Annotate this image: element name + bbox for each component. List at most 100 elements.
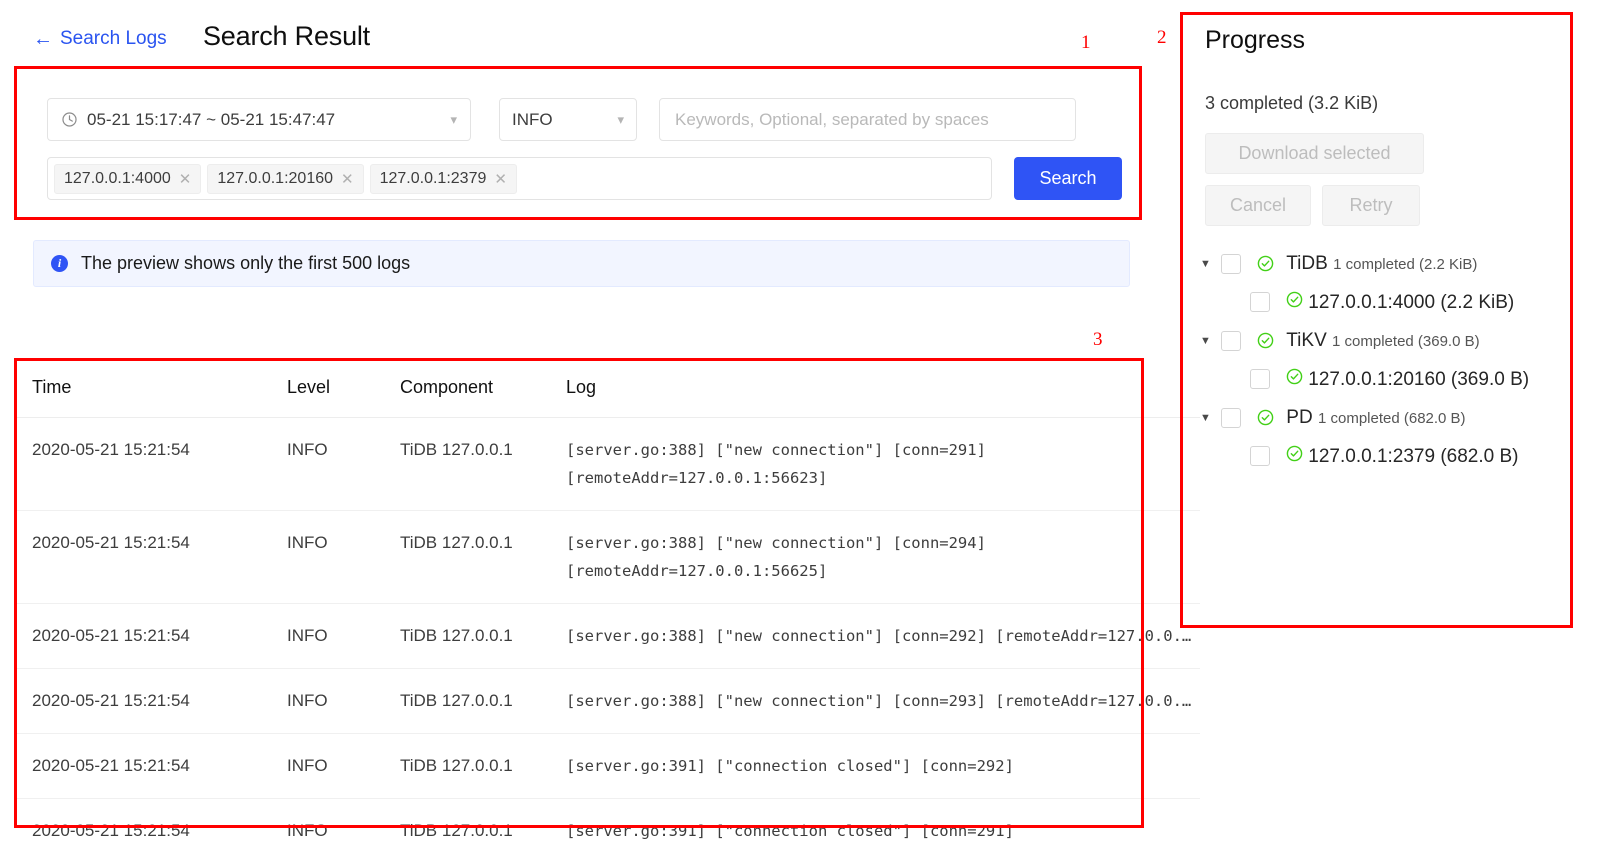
keywords-field[interactable] <box>659 98 1076 141</box>
retry-button[interactable]: Retry <box>1322 185 1420 226</box>
cell-component: TiDB 127.0.0.1 <box>400 756 513 775</box>
cell-level: INFO <box>287 626 328 645</box>
close-icon[interactable]: ✕ <box>341 170 354 188</box>
group-name: PD <box>1286 407 1313 428</box>
back-to-search-logs-link[interactable]: ← Search Logs <box>33 28 167 50</box>
child-checkbox[interactable] <box>1250 292 1270 312</box>
child-name: 127.0.0.1:20160 (369.0 B) <box>1308 369 1530 390</box>
search-button[interactable]: Search <box>1014 157 1122 200</box>
time-range-value: 05-21 15:17:47 ~ 05-21 15:47:47 <box>87 109 336 129</box>
group-name: TiDB <box>1286 253 1328 274</box>
annotation-label-1: 1 <box>1081 32 1091 53</box>
column-header-time[interactable]: Time <box>32 377 287 398</box>
cell-level: INFO <box>287 533 328 552</box>
cell-time: 2020-05-21 15:21:54 <box>32 691 190 710</box>
child-checkbox[interactable] <box>1250 446 1270 466</box>
preview-limit-banner: i The preview shows only the first 500 l… <box>33 240 1130 287</box>
cell-component: TiDB 127.0.0.1 <box>400 533 513 552</box>
chevron-down-icon: ▾ <box>617 111 624 127</box>
cancel-button[interactable]: Cancel <box>1205 185 1311 226</box>
close-icon[interactable]: ✕ <box>179 170 192 188</box>
arrow-left-icon: ← <box>33 28 53 50</box>
cell-component: TiDB 127.0.0.1 <box>400 440 513 459</box>
download-selected-button[interactable]: Download selected <box>1205 133 1424 174</box>
tree-group-row[interactable]: ▼ TiDB 1 completed (2.2 KiB) <box>1200 251 1573 280</box>
check-circle-icon <box>1286 368 1308 390</box>
caret-down-icon[interactable]: ▼ <box>1200 251 1216 277</box>
instance-tag[interactable]: 127.0.0.1:20160 ✕ <box>207 163 364 194</box>
table-row[interactable]: 2020-05-21 15:21:54 INFO TiDB 127.0.0.1 … <box>14 734 1200 799</box>
cell-time: 2020-05-21 15:21:54 <box>32 626 190 645</box>
cell-time: 2020-05-21 15:21:54 <box>32 440 190 459</box>
check-circle-icon <box>1257 332 1279 354</box>
table-header-row: Time Level Component Log <box>14 358 1200 418</box>
group-detail: 1 completed (369.0 B) <box>1332 333 1480 350</box>
table-row[interactable]: 2020-05-21 15:21:54 INFO TiDB 127.0.0.1 … <box>14 799 1200 853</box>
child-checkbox[interactable] <box>1250 369 1270 389</box>
child-label: 127.0.0.1:2379 (682.0 B) <box>1286 443 1519 471</box>
cell-component: TiDB 127.0.0.1 <box>400 691 513 710</box>
group-label: PD 1 completed (682.0 B) <box>1257 405 1466 434</box>
back-link-label: Search Logs <box>60 28 167 49</box>
progress-action-row: Cancel Retry <box>1205 185 1573 226</box>
group-checkbox[interactable] <box>1221 408 1241 428</box>
logs-table: Time Level Component Log 2020-05-21 15:2… <box>14 358 1200 853</box>
group-label: TiDB 1 completed (2.2 KiB) <box>1257 251 1477 280</box>
table-row[interactable]: 2020-05-21 15:21:54 INFO TiDB 127.0.0.1 … <box>14 511 1200 604</box>
cell-log: [server.go:388] ["new connection"] [conn… <box>566 534 986 580</box>
child-name: 127.0.0.1:2379 (682.0 B) <box>1308 446 1519 467</box>
group-checkbox[interactable] <box>1221 254 1241 274</box>
keywords-input[interactable] <box>673 108 1062 131</box>
table-row[interactable]: 2020-05-21 15:21:54 INFO TiDB 127.0.0.1 … <box>14 669 1200 734</box>
caret-down-icon[interactable]: ▼ <box>1200 328 1216 354</box>
child-label: 127.0.0.1:4000 (2.2 KiB) <box>1286 289 1514 317</box>
cell-level: INFO <box>287 691 328 710</box>
caret-down-icon[interactable]: ▼ <box>1200 405 1216 431</box>
cell-level: INFO <box>287 821 328 840</box>
cell-log: [server.go:388] ["new connection"] [conn… <box>566 627 1200 645</box>
cell-time: 2020-05-21 15:21:54 <box>32 533 190 552</box>
search-filter-bar: 05-21 15:17:47 ~ 05-21 15:47:47 ▾ INFO ▾… <box>14 66 1142 220</box>
cell-log: [server.go:388] ["new connection"] [conn… <box>566 441 986 487</box>
column-header-level[interactable]: Level <box>287 377 400 398</box>
group-checkbox[interactable] <box>1221 331 1241 351</box>
column-header-log[interactable]: Log <box>566 377 1200 398</box>
group-label: TiKV 1 completed (369.0 B) <box>1257 328 1480 357</box>
tree-group-row[interactable]: ▼ PD 1 completed (682.0 B) <box>1200 405 1573 434</box>
check-circle-icon <box>1286 445 1308 467</box>
table-row[interactable]: 2020-05-21 15:21:54 INFO TiDB 127.0.0.1 … <box>14 604 1200 669</box>
instance-tag-label: 127.0.0.1:4000 <box>64 169 171 187</box>
instance-tag[interactable]: 127.0.0.1:2379 ✕ <box>369 163 517 194</box>
check-circle-icon <box>1257 255 1279 277</box>
instance-tag-label: 127.0.0.1:20160 <box>217 169 334 187</box>
table-row[interactable]: 2020-05-21 15:21:54 INFO TiDB 127.0.0.1 … <box>14 418 1200 511</box>
cell-component: TiDB 127.0.0.1 <box>400 821 513 840</box>
log-level-value: INFO <box>512 109 553 129</box>
chevron-down-icon: ▾ <box>450 111 457 127</box>
log-level-select[interactable]: INFO ▾ <box>499 98 637 141</box>
close-icon[interactable]: ✕ <box>494 170 507 188</box>
annotation-label-2: 2 <box>1157 27 1167 48</box>
cell-log: [server.go:391] ["connection closed"] [c… <box>566 822 1014 840</box>
tree-child-row[interactable]: 127.0.0.1:2379 (682.0 B) <box>1245 443 1573 471</box>
instance-tag-label: 127.0.0.1:2379 <box>379 169 487 187</box>
tree-child-row[interactable]: 127.0.0.1:4000 (2.2 KiB) <box>1245 289 1573 317</box>
info-icon: i <box>51 255 68 272</box>
tree-child-row[interactable]: 127.0.0.1:20160 (369.0 B) <box>1245 366 1573 394</box>
app-root: ← Search Logs Search Result 05-21 15:17:… <box>0 0 1600 853</box>
check-circle-icon <box>1257 409 1279 431</box>
group-name: TiKV <box>1286 330 1327 351</box>
column-header-component[interactable]: Component <box>400 377 566 398</box>
progress-panel: Progress 3 completed (3.2 KiB) Download … <box>1183 12 1573 471</box>
tree-group-row[interactable]: ▼ TiKV 1 completed (369.0 B) <box>1200 328 1573 357</box>
child-name: 127.0.0.1:4000 (2.2 KiB) <box>1308 292 1515 313</box>
time-range-picker[interactable]: 05-21 15:17:47 ~ 05-21 15:47:47 ▾ <box>47 98 471 141</box>
cell-component: TiDB 127.0.0.1 <box>400 626 513 645</box>
check-circle-icon <box>1286 291 1308 313</box>
child-label: 127.0.0.1:20160 (369.0 B) <box>1286 366 1529 394</box>
instance-tag[interactable]: 127.0.0.1:4000 ✕ <box>54 163 202 194</box>
annotation-label-3: 3 <box>1093 329 1103 350</box>
cell-time: 2020-05-21 15:21:54 <box>32 756 190 775</box>
instances-field[interactable]: 127.0.0.1:4000 ✕ 127.0.0.1:20160 ✕ 127.0… <box>47 157 992 200</box>
preview-limit-text: The preview shows only the first 500 log… <box>81 253 411 273</box>
